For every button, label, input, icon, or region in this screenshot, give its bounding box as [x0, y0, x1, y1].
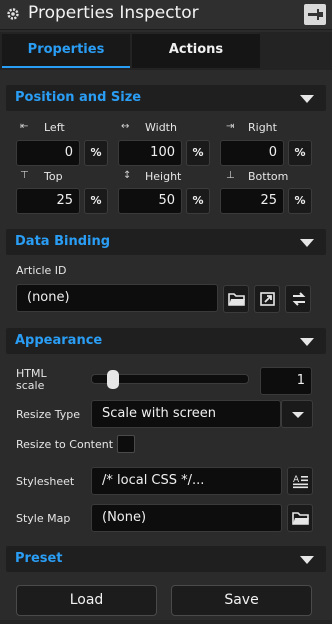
- html-scale-label-line2: scale: [16, 379, 45, 392]
- tab-actions[interactable]: Actions: [132, 34, 260, 68]
- html-scale-slider-thumb[interactable]: [107, 370, 119, 389]
- section-preset-header[interactable]: Preset: [6, 546, 326, 572]
- resize-type-select[interactable]: Scale with screen: [91, 400, 281, 428]
- left-unit-button[interactable]: %: [84, 140, 108, 166]
- section-title: Data Binding: [15, 234, 111, 249]
- chevron-down-icon: [300, 338, 314, 346]
- article-id-label: Article ID: [16, 264, 67, 277]
- tab-bar: Properties Actions: [0, 32, 332, 70]
- open-article-button[interactable]: [254, 285, 280, 313]
- resize-type-label: Resize Type: [16, 408, 81, 421]
- section-appearance-header[interactable]: Appearance: [6, 328, 326, 354]
- top-input[interactable]: 25: [16, 188, 80, 214]
- bottom-input[interactable]: 25: [220, 188, 284, 214]
- width-icon: ↔: [121, 121, 130, 132]
- pin-button[interactable]: [304, 4, 326, 25]
- top-anchor-icon: ⊤: [20, 170, 29, 181]
- height-icon: ↕: [123, 170, 132, 181]
- left-anchor-icon: ⇤: [20, 121, 29, 132]
- folder-icon: [228, 293, 245, 306]
- bottom-unit-button[interactable]: %: [288, 188, 312, 214]
- height-unit-button[interactable]: %: [186, 188, 210, 214]
- top-label: Top: [44, 170, 63, 183]
- width-input[interactable]: 100: [118, 140, 182, 166]
- resize-to-content-label: Resize to Content: [16, 438, 114, 451]
- browse-style-map-button[interactable]: [287, 504, 313, 532]
- right-input[interactable]: 0: [220, 140, 284, 166]
- left-label: Left: [44, 121, 65, 134]
- save-button[interactable]: Save: [171, 585, 312, 616]
- tab-properties[interactable]: Properties: [2, 34, 130, 68]
- chevron-down-icon: [300, 95, 314, 103]
- right-label: Right: [248, 121, 277, 134]
- swap-icon: [292, 292, 306, 306]
- open-link-icon: [260, 292, 275, 306]
- stylesheet-field[interactable]: /* local CSS */...: [91, 467, 282, 495]
- window-title: Properties Inspector: [28, 3, 199, 23]
- width-unit-button[interactable]: %: [186, 140, 210, 166]
- article-id-field[interactable]: (none): [16, 284, 218, 312]
- height-input[interactable]: 50: [118, 188, 182, 214]
- chevron-down-icon: [292, 412, 304, 418]
- edit-stylesheet-button[interactable]: A: [287, 467, 313, 495]
- bottom-label: Bottom: [248, 170, 289, 183]
- right-anchor-icon: ⇥: [226, 121, 235, 132]
- load-button[interactable]: Load: [16, 585, 157, 616]
- width-label: Width: [145, 121, 177, 134]
- bottom-anchor-icon: ⊥: [226, 170, 235, 181]
- chevron-down-icon: [300, 556, 314, 564]
- section-data-binding-header[interactable]: Data Binding: [6, 229, 326, 255]
- style-map-label: Style Map: [16, 512, 71, 525]
- right-unit-button[interactable]: %: [288, 140, 312, 166]
- folder-icon: [292, 512, 309, 525]
- section-title: Position and Size: [15, 90, 142, 105]
- left-input[interactable]: 0: [16, 140, 80, 166]
- chevron-down-icon: [300, 239, 314, 247]
- section-title: Appearance: [15, 333, 103, 348]
- height-label: Height: [145, 170, 182, 183]
- pin-icon: [308, 9, 323, 20]
- browse-article-button[interactable]: [223, 285, 249, 313]
- stylesheet-label: Stylesheet: [16, 475, 75, 488]
- html-scale-label: HTML scale: [16, 368, 47, 392]
- swap-article-button[interactable]: [285, 285, 311, 313]
- title-bar: Properties Inspector: [0, 0, 332, 30]
- resize-to-content-checkbox[interactable]: [117, 435, 135, 453]
- html-scale-input[interactable]: 1: [260, 367, 312, 395]
- text-editor-icon: A: [293, 475, 308, 489]
- gear-icon[interactable]: [6, 7, 20, 21]
- style-map-field[interactable]: (None): [91, 504, 282, 532]
- section-title: Preset: [15, 551, 63, 566]
- bottom-edge: [0, 620, 332, 624]
- resize-type-dropdown-button[interactable]: [281, 400, 313, 428]
- top-unit-button[interactable]: %: [84, 188, 108, 214]
- section-position-size-header[interactable]: Position and Size: [6, 85, 326, 111]
